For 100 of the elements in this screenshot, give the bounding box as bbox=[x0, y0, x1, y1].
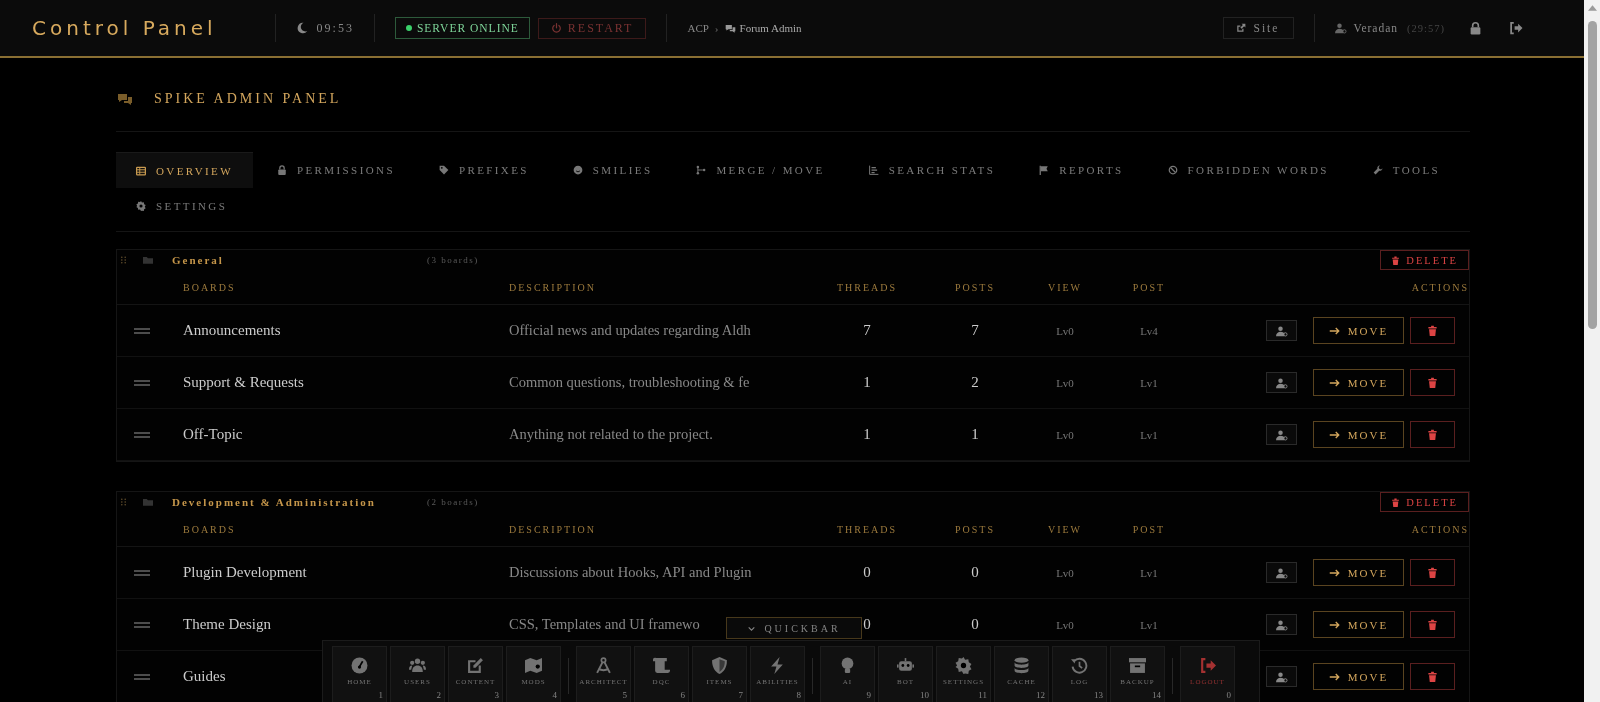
post-count: 7 bbox=[970, 322, 980, 339]
shortcut-number: 13 bbox=[1094, 690, 1103, 700]
shortcut-number: 7 bbox=[738, 690, 743, 700]
post-count: 1 bbox=[970, 426, 980, 443]
post-level: Lv1 bbox=[1139, 566, 1159, 579]
shortcut-number: 11 bbox=[978, 690, 987, 700]
trash-icon bbox=[1427, 325, 1438, 336]
permissions-button[interactable] bbox=[1266, 320, 1297, 341]
smiley-icon bbox=[572, 165, 583, 175]
gear-icon bbox=[136, 201, 146, 211]
tab[interactable]: SETTINGS bbox=[116, 188, 248, 224]
scrollbar[interactable] bbox=[1584, 0, 1600, 702]
column-header: BOARDS bbox=[183, 281, 237, 293]
move-button[interactable]: MOVE bbox=[1313, 663, 1404, 690]
post-count: 0 bbox=[970, 616, 980, 633]
site-button[interactable]: Site bbox=[1222, 17, 1295, 39]
delete-button[interactable] bbox=[1410, 421, 1455, 448]
tab[interactable]: FORBIDDEN WORDS bbox=[1147, 152, 1349, 188]
board-description: CSS, Templates and UI framewo bbox=[509, 616, 700, 633]
tab[interactable]: OVERVIEW bbox=[116, 152, 253, 188]
bar-chart-icon bbox=[868, 165, 879, 175]
wrench-icon bbox=[1372, 165, 1383, 175]
drafting-compass-icon bbox=[595, 657, 612, 674]
scrollbar-thumb[interactable] bbox=[1587, 21, 1597, 329]
move-button[interactable]: MOVE bbox=[1313, 369, 1404, 396]
board-name: Off-Topic bbox=[183, 426, 243, 443]
column-header: THREADS bbox=[835, 523, 899, 535]
delete-button[interactable]: DELETE bbox=[1380, 250, 1469, 270]
post-level: Lv1 bbox=[1139, 376, 1159, 389]
history-icon bbox=[1071, 657, 1088, 674]
drag-handle-icon[interactable] bbox=[119, 497, 128, 507]
app-title: Control Panel bbox=[32, 16, 217, 40]
view-level: Lv0 bbox=[1055, 324, 1075, 337]
category-name: General bbox=[172, 254, 225, 266]
thread-count: 7 bbox=[862, 322, 872, 339]
move-button[interactable]: MOVE bbox=[1313, 559, 1404, 586]
trash-icon bbox=[1427, 377, 1438, 388]
breadcrumb-link[interactable]: ACP bbox=[687, 22, 709, 34]
column-header: VIEW bbox=[1046, 523, 1084, 535]
delete-button[interactable] bbox=[1410, 369, 1455, 396]
delete-button[interactable]: DELETE bbox=[1380, 492, 1469, 512]
permissions-button[interactable] bbox=[1266, 424, 1297, 445]
shortcut-number: 5 bbox=[622, 690, 627, 700]
column-header: BOARDS bbox=[183, 523, 237, 535]
column-header: DESCRIPTION bbox=[509, 523, 597, 535]
column-header: POSTS bbox=[954, 523, 996, 535]
logout-icon bbox=[1199, 657, 1216, 674]
thread-count: 1 bbox=[862, 426, 872, 443]
board-name: Plugin Development bbox=[183, 564, 307, 581]
tab[interactable]: TOOLS bbox=[1352, 152, 1461, 188]
tab[interactable]: PREFIXES bbox=[418, 152, 549, 188]
permissions-button[interactable] bbox=[1266, 666, 1297, 687]
delete-button[interactable] bbox=[1410, 663, 1455, 690]
map-icon bbox=[525, 657, 542, 674]
user-icon bbox=[1335, 22, 1348, 34]
lock-icon[interactable] bbox=[1469, 21, 1482, 35]
robot-icon bbox=[897, 657, 914, 674]
board-description: Common questions, troubleshooting & fe bbox=[509, 374, 750, 391]
column-header: POST bbox=[1131, 523, 1167, 535]
trash-icon bbox=[1427, 671, 1438, 682]
tag-icon bbox=[438, 165, 449, 175]
tab[interactable]: PERMISSIONS bbox=[257, 152, 415, 188]
quickbar-toggle[interactable]: QUICKBAR bbox=[726, 617, 862, 639]
permissions-button[interactable] bbox=[1266, 562, 1297, 583]
clock-time: 09:53 bbox=[316, 20, 354, 36]
tab[interactable]: REPORTS bbox=[1019, 152, 1144, 188]
logout-icon[interactable] bbox=[1508, 21, 1523, 35]
delete-button[interactable] bbox=[1410, 611, 1455, 638]
shortcut-number: 1 bbox=[378, 690, 383, 700]
thread-count: 1 bbox=[862, 374, 872, 391]
tab[interactable]: SEARCH STATS bbox=[848, 152, 1016, 188]
tab[interactable]: SMILIES bbox=[552, 152, 673, 188]
username: Veradan bbox=[1353, 22, 1399, 34]
view-level: Lv0 bbox=[1055, 618, 1075, 631]
permissions-button[interactable] bbox=[1266, 372, 1297, 393]
post-level: Lv1 bbox=[1139, 428, 1159, 441]
user-icon bbox=[1275, 376, 1288, 389]
move-button[interactable]: MOVE bbox=[1313, 421, 1404, 448]
scroll-icon bbox=[653, 657, 670, 674]
permissions-button[interactable] bbox=[1266, 614, 1297, 635]
branch-icon bbox=[696, 165, 707, 175]
delete-button[interactable] bbox=[1410, 317, 1455, 344]
board-count: (2 boards) bbox=[427, 497, 479, 507]
move-button[interactable]: MOVE bbox=[1313, 611, 1404, 638]
tab[interactable]: MERGE / MOVE bbox=[676, 152, 845, 188]
view-level: Lv0 bbox=[1055, 428, 1075, 441]
status-dot bbox=[405, 25, 412, 31]
category-name: Development & Administration bbox=[172, 496, 377, 508]
board-description: Discussions about Hooks, API and Plugin bbox=[509, 564, 752, 581]
column-header: ACTIONS bbox=[1410, 523, 1469, 535]
move-button[interactable]: MOVE bbox=[1313, 317, 1404, 344]
breadcrumb-link[interactable]: Forum Admin bbox=[739, 22, 802, 34]
user-icon bbox=[1275, 324, 1288, 337]
board-description: Official news and updates regarding Aldh bbox=[509, 322, 751, 339]
view-level: Lv0 bbox=[1055, 566, 1075, 579]
drag-handle-icon[interactable] bbox=[119, 255, 128, 265]
shortcut-number: 8 bbox=[796, 690, 801, 700]
delete-button[interactable] bbox=[1410, 559, 1455, 586]
breadcrumb-separator: › bbox=[714, 22, 719, 34]
shortcut-number: 9 bbox=[866, 690, 871, 700]
